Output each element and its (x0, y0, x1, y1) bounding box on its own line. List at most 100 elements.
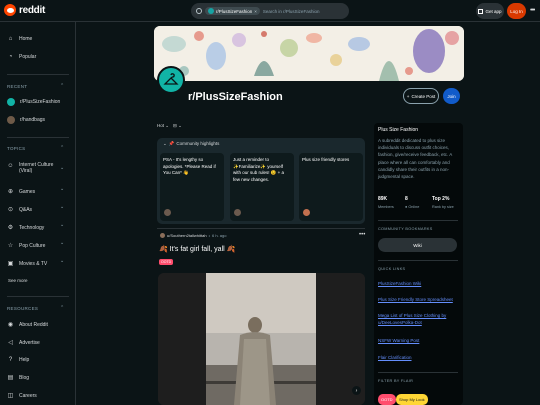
topics-heading: TOPICS (7, 146, 26, 151)
internet-icon: ☺ (7, 162, 14, 169)
highlight-card-text: Just a reminder to ✨Familiarize✨ yoursel… (233, 157, 285, 182)
sidebar-item-pop-culture[interactable]: ☆ Pop Culture (7, 242, 46, 250)
view-toggle[interactable]: ⊟ ⌄ (173, 123, 182, 129)
sidebar-item-qas[interactable]: ⊙ Q&As (7, 206, 32, 214)
members-count: 89K (378, 196, 388, 202)
sidebar-item-games[interactable]: ⊕ Games (7, 188, 35, 196)
sidebar-item-label: Home (19, 35, 33, 42)
sidebar-item-about-reddit[interactable]: ◉ About Reddit (7, 321, 48, 329)
sidebar-item-internet-culture[interactable]: ☺ Internet Culture (Viral) (7, 162, 57, 174)
left-sidebar (0, 22, 76, 405)
search-scope-chip[interactable]: r/PlusSizeFashion × (205, 7, 260, 15)
sidebar-item-label: Movies & TV (19, 260, 48, 267)
highlight-card[interactable]: Plus size friendly stores (299, 153, 363, 221)
search-bar[interactable]: r/PlusSizeFashion × Search in r/PlusSize… (191, 3, 349, 19)
film-icon: ▣ (7, 261, 14, 267)
online-label: ● Online (405, 205, 420, 209)
sidebar-item-handbags[interactable]: r/handbags (7, 116, 45, 124)
sidebar-item-label: Careers (19, 392, 37, 399)
subreddit-chip-icon (208, 8, 214, 14)
sidebar-item-label: Blog (19, 374, 30, 381)
feed-divider (157, 228, 365, 229)
sidebar-item-label: Internet Culture (Viral) (19, 162, 54, 174)
meta-separator: • (208, 233, 210, 238)
ellipsis-icon[interactable]: ••• (359, 232, 365, 238)
sidebar-divider (378, 372, 458, 373)
highlight-card[interactable]: PSA - It's lengthy so apologies. *Please… (160, 153, 224, 221)
star-icon: ☆ (7, 243, 14, 249)
sidebar-item-help[interactable]: ? Help (7, 356, 29, 363)
online-count: 8 (405, 196, 408, 202)
reddit-snoo-icon (4, 4, 16, 16)
sidebar-divider (378, 260, 458, 261)
login-button[interactable]: Log In (507, 3, 526, 19)
highlight-card[interactable]: Just a reminder to ✨Familiarize✨ yoursel… (230, 153, 294, 221)
sidebar-item-label: Popular (19, 53, 37, 60)
gamepad-icon: ⊕ (7, 189, 14, 195)
wiki-button[interactable]: Wiki (378, 238, 457, 252)
sidebar-item-advertise[interactable]: ◁ Advertise (7, 339, 40, 347)
subreddit-title: r/PlusSizeFashion (188, 91, 283, 103)
sort-controls: Hot ⌄ ⊟ ⌄ (157, 123, 182, 129)
sort-label: Hot (157, 123, 165, 128)
chevron-up-icon[interactable]: ⌃ (60, 305, 64, 311)
chevron-up-icon[interactable]: ⌃ (60, 145, 64, 151)
chevron-down-icon[interactable]: ⌄ (60, 240, 64, 246)
bookmarks-heading: COMMUNITY BOOKMARKS (378, 227, 433, 231)
highlight-card-text: PSA - It's lengthy so apologies. *Please… (163, 157, 216, 175)
post-image[interactable] (158, 273, 365, 405)
reddit-logo[interactable]: reddit (4, 4, 45, 16)
sidebar-item-label: Advertise (19, 339, 40, 346)
highlight-card-text: Plus size friendly stores (302, 157, 350, 162)
sidebar-item-blog[interactable]: ▤ Blog (7, 374, 30, 382)
see-more-link[interactable]: See more (8, 278, 28, 283)
chevron-up-icon[interactable]: ⌃ (60, 83, 64, 89)
blog-icon: ▤ (7, 375, 14, 381)
search-input[interactable]: Search in r/PlusSizeFashion (263, 9, 320, 14)
chevron-down-icon[interactable]: ⌄ (60, 204, 64, 210)
chevron-down-icon[interactable]: ⌄ (60, 186, 64, 192)
ellipsis-icon[interactable]: ••• (530, 7, 535, 14)
flair-filter-shop-my-look[interactable]: Shop My Look (396, 394, 428, 405)
chevron-down-icon[interactable]: ⌄ (60, 258, 64, 264)
post-title[interactable]: 🍂 It's fat girl fall, yall 🍂 (159, 245, 235, 253)
sort-dropdown[interactable]: Hot ⌄ (157, 123, 169, 129)
community-banner (154, 26, 464, 81)
get-app-button[interactable]: Get app (476, 3, 504, 19)
chevron-down-icon[interactable]: ⌄ (60, 222, 64, 228)
flair-filter-ootd[interactable]: OOTD (378, 394, 396, 405)
post-author[interactable]: u/Southern2tallwhittah (167, 233, 207, 238)
sidebar-item-popular[interactable]: ◔ Popular (7, 53, 37, 60)
quick-link[interactable]: Flair Clarification (378, 355, 460, 362)
chevron-right-icon[interactable]: › (352, 386, 361, 395)
highlights-header[interactable]: ⌄ 📌 Community highlights (163, 141, 219, 147)
sidebar-item-technology[interactable]: ⚙ Technology (7, 224, 45, 232)
sidebar-item-label: r/handbags (20, 117, 46, 123)
quick-link[interactable]: PlusSizeFashion Wiki (378, 281, 460, 288)
help-icon: ? (8, 356, 13, 363)
megaphone-icon: ◁ (8, 340, 13, 346)
chevron-down-icon: ⌄ (163, 141, 167, 146)
quick-link[interactable]: Plus Size Friendly Store Spreadsheet (378, 297, 460, 304)
quick-link[interactable]: NSFW Warning Post (378, 338, 460, 345)
subreddit-avatar (157, 66, 185, 94)
chevron-down-icon[interactable]: ⌄ (60, 165, 64, 171)
floral-banner-art (154, 26, 464, 81)
create-post-label: Create Post (411, 93, 436, 99)
sidebar-item-plussizefashion[interactable]: r/PlusSizeFashion (7, 98, 60, 106)
subreddit-avatar (7, 116, 15, 124)
rank-label: Rank by size (432, 205, 454, 209)
avatar (303, 209, 310, 216)
sidebar-item-movies-tv[interactable]: ▣ Movies & TV (7, 260, 48, 268)
popular-icon: ◔ (8, 53, 13, 60)
avatar (160, 233, 165, 238)
join-button[interactable]: Join (443, 88, 460, 104)
members-label: Members (378, 205, 394, 209)
sidebar-item-home[interactable]: ⌂ Home (7, 35, 33, 42)
avatar (234, 209, 241, 216)
create-post-button[interactable]: + Create Post (403, 88, 439, 104)
sidebar-item-careers[interactable]: ◫ Careers (7, 392, 37, 400)
post-flair[interactable]: OOTD (159, 259, 174, 265)
close-icon[interactable]: × (254, 9, 257, 14)
quick-link[interactable]: Mega List of Plus Size Clothing by u/Dee… (378, 313, 460, 326)
